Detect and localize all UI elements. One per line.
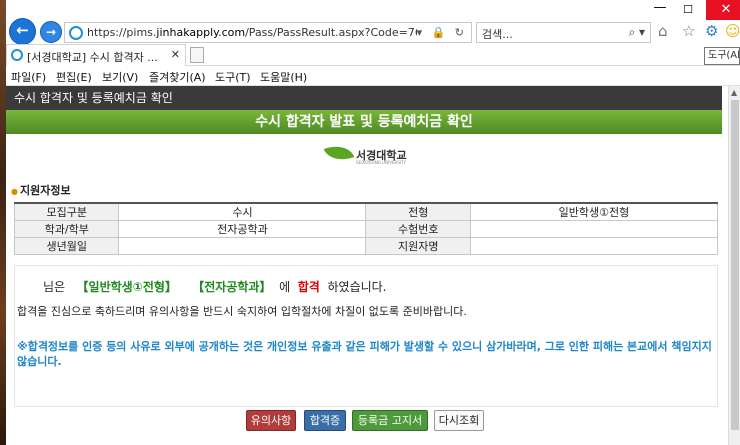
banner-title: 수시 합격자 발표 및 등록예치금 확인 xyxy=(6,110,722,134)
reload-button[interactable]: 다시조회 xyxy=(434,410,484,431)
url-path: /Pass/PassResult.aspx?Code=766D738D32B4 xyxy=(245,26,417,39)
url-text[interactable]: https://pims.jinhakapply.com/Pass/PassRe… xyxy=(87,26,417,40)
new-tab-button[interactable] xyxy=(190,47,204,63)
url-domain: jinhakapply.com xyxy=(156,26,246,39)
section-title: ● 지원자정보 xyxy=(11,182,71,198)
table-row: 생년월일 지원자명 xyxy=(13,237,719,255)
table-cell xyxy=(469,237,719,255)
tab-title: [서경대학교] 수시 합격자 ... xyxy=(27,51,158,64)
table-header-cell: 생년월일 xyxy=(13,237,120,255)
url-action-icons[interactable]: ▾ 🔒 ↻ xyxy=(417,26,467,39)
menu-bar: 파일(F) 편집(E) 보기(V) 즐겨찾기(A) 도구(T) 도움말(H) xyxy=(6,66,740,86)
menu-file[interactable]: 파일(F) xyxy=(11,69,46,85)
home-icon[interactable]: ⌂ xyxy=(658,22,668,40)
result-suffix: 하였습니다. xyxy=(327,280,387,294)
table-cell xyxy=(118,237,367,255)
scrollbar-thumb[interactable] xyxy=(731,100,739,430)
search-icon[interactable]: ⌕ ▾ xyxy=(628,25,645,40)
back-button[interactable]: ← xyxy=(9,18,36,45)
smiley-feedback-icon[interactable]: ☺ xyxy=(725,22,740,40)
vertical-scrollbar[interactable]: ▲ xyxy=(728,86,740,445)
university-logo: 서경대학교 SEOKYEONG UNIVERSITY xyxy=(323,140,426,168)
result-dept: 【전자공학과】 xyxy=(192,280,272,294)
table-header-cell: 전형 xyxy=(365,202,471,221)
table-row: 모집구분 수시 전형 일반학생①전형 xyxy=(13,202,719,221)
table-header-cell: 모집구분 xyxy=(13,202,120,221)
ie-page-icon xyxy=(69,26,83,40)
table-header-cell: 수험번호 xyxy=(365,220,471,238)
congrats-text: 합격을 진심으로 축하드리며 유의사항을 반드시 숙지하여 입학절차에 차질이 … xyxy=(17,305,467,318)
address-bar[interactable]: https://pims.jinhakapply.com/Pass/PassRe… xyxy=(64,22,472,43)
section-title-text: 지원자정보 xyxy=(19,184,71,197)
table-cell xyxy=(469,220,719,238)
table-header-cell: 지원자명 xyxy=(365,237,471,255)
tab-row: [서경대학교] 수시 합격자 ... ✕ xyxy=(6,44,740,66)
privacy-notice: ※합격정보를 인증 등의 사유로 외부에 공개하는 것은 개인정보 유출과 같은… xyxy=(17,340,712,368)
menu-tools[interactable]: 도구(T) xyxy=(215,69,251,85)
bullet-icon: ● xyxy=(11,187,18,196)
menu-favorites[interactable]: 즐겨찾기(A) xyxy=(149,69,206,85)
leaf-logo-icon xyxy=(323,140,355,166)
result-line: 님은 【일반학생①전형】 【전자공학과】 에 합격 하였습니다. xyxy=(43,278,387,295)
table-cell: 전자공학과 xyxy=(118,220,367,238)
page-content: 수시 합격자 및 등록예치금 확인 수시 합격자 발표 및 등록예치금 확인 서… xyxy=(6,86,728,445)
result-prefix: 님은 xyxy=(43,280,66,294)
favorites-star-icon[interactable]: ☆ xyxy=(682,22,695,40)
menu-help[interactable]: 도움말(H) xyxy=(260,69,307,85)
table-header-cell: 학과/학부 xyxy=(13,220,120,238)
button-row: 유의사항 합격증 등록금 고지서 다시조회 xyxy=(6,410,722,432)
url-prefix: https://pims. xyxy=(87,26,157,39)
table-row: 학과/학부 전자공학과 수험번호 xyxy=(13,220,719,238)
certificate-button[interactable]: 합격증 xyxy=(304,410,346,431)
result-track: 【일반학생①전형】 xyxy=(76,280,177,294)
minimize-button[interactable]: — xyxy=(647,0,673,20)
close-button[interactable]: ✕ xyxy=(706,0,740,20)
result-mid: 에 xyxy=(279,280,291,294)
ie-tab-icon xyxy=(11,49,23,61)
logo-subtext: SEOKYEONG UNIVERSITY xyxy=(356,160,406,165)
close-tab-icon[interactable]: ✕ xyxy=(171,48,180,61)
table-cell: 수시 xyxy=(118,202,367,221)
forward-button[interactable]: → xyxy=(40,21,62,43)
menu-view[interactable]: 보기(V) xyxy=(102,69,138,85)
gear-icon[interactable]: ⚙ xyxy=(705,22,718,40)
tuition-invoice-button[interactable]: 등록금 고지서 xyxy=(352,410,428,431)
search-placeholder: 검색... xyxy=(482,28,513,41)
result-status: 합격 xyxy=(297,280,320,294)
address-bar-row: ← → https://pims.jinhakapply.com/Pass/Pa… xyxy=(6,0,740,45)
tools-tooltip: 도구(Alt+X) xyxy=(704,47,740,65)
applicant-info-table: 모집구분 수시 전형 일반학생①전형 학과/학부 전자공학과 수험번호 생년월일… xyxy=(13,202,719,255)
browser-tab[interactable]: [서경대학교] 수시 합격자 ... ✕ xyxy=(6,44,186,66)
caution-button[interactable]: 유의사항 xyxy=(246,410,296,431)
menu-edit[interactable]: 편집(E) xyxy=(56,69,92,85)
browser-window: ← → https://pims.jinhakapply.com/Pass/Pa… xyxy=(0,0,740,445)
result-box: 님은 【일반학생①전형】 【전자공학과】 에 합격 하였습니다. 합격을 진심으… xyxy=(14,265,718,407)
scroll-up-icon[interactable]: ▲ xyxy=(731,88,737,97)
search-input[interactable]: 검색... ⌕ ▾ xyxy=(476,22,651,43)
maximize-button[interactable]: ☐ xyxy=(675,0,701,20)
page-title: 수시 합격자 및 등록예치금 확인 xyxy=(6,86,722,110)
table-cell: 일반학생①전형 xyxy=(469,202,719,221)
